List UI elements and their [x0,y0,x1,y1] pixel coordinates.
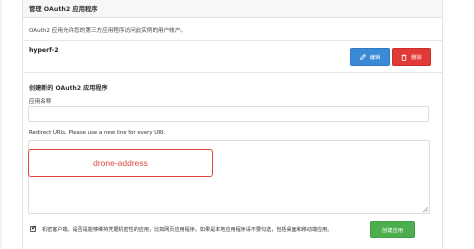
page-left-edge [0,0,2,249]
pencil-icon [359,54,366,60]
confidential-label: 机密客户端。是否是能够维持凭据机密性的应用，比如网页应用程序。如果是本地应用程序… [42,227,333,233]
annotation-text: drone-address [93,158,148,168]
oauth2-panel: 管理 OAuth2 应用程序 OAuth2 应用允许您的第三方应用程序访问此实例… [22,0,443,249]
create-app-button[interactable]: 创建应用 [370,221,415,238]
annotation-box: drone-address [28,149,213,177]
delete-button-label: 删除 [411,54,422,61]
divider [23,72,442,73]
divider [23,40,442,41]
confidential-checkbox[interactable]: ✔ [30,224,37,232]
app-name: hyperf-2 [29,47,59,54]
edit-button[interactable]: 编辑 [350,48,390,66]
panel-header: 管理 OAuth2 应用程序 [23,0,442,18]
resize-handle-icon[interactable] [422,206,428,212]
checkmark-icon: ✔ [31,224,37,232]
trash-icon [401,53,407,61]
create-section-title: 创建新的 OAuth2 应用程序 [29,85,108,92]
delete-button[interactable]: 删除 [392,48,431,66]
app-name-label: 应用名称 [29,99,52,105]
panel-title: 管理 OAuth2 应用程序 [29,6,98,13]
edit-button-label: 编辑 [369,54,381,61]
oauth2-description: OAuth2 应用允许您的第三方应用程序访问此实例的用户帐户。 [29,28,187,34]
app-name-input[interactable] [28,106,429,122]
redirect-uris-label: Redirect URIs. Please use a new line for… [29,130,166,136]
